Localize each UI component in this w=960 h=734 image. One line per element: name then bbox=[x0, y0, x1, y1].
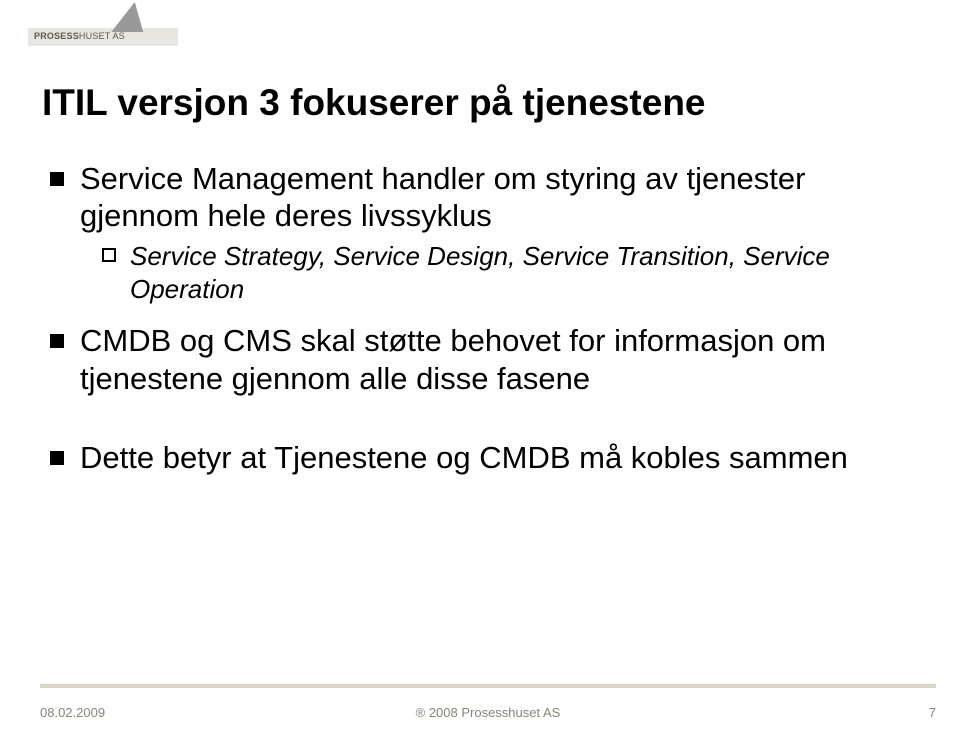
slide-content: Service Management handler om styring av… bbox=[50, 160, 920, 480]
footer-copyright: ® 2008 Prosesshuset AS bbox=[40, 705, 936, 720]
slide-footer: 08.02.2009 ® 2008 Prosesshuset AS 7 bbox=[40, 698, 936, 720]
footer-divider bbox=[40, 684, 936, 688]
logo-text: PROSESSHUSET AS bbox=[34, 31, 125, 41]
bullet-square-icon bbox=[50, 172, 64, 186]
footer-page-number: 7 bbox=[929, 705, 936, 720]
bullet-text: CMDB og CMS skal støtte behovet for info… bbox=[80, 322, 920, 396]
logo-brand-light: HUSET AS bbox=[79, 31, 125, 41]
bullet-level1: Dette betyr at Tjenestene og CMDB må kob… bbox=[50, 439, 920, 476]
bullet-text: Service Management handler om styring av… bbox=[80, 160, 920, 234]
slide-title: ITIL versjon 3 fokuserer på tjenestene bbox=[42, 82, 706, 124]
bullet-level1: CMDB og CMS skal støtte behovet for info… bbox=[50, 322, 920, 396]
bullet-level2: Service Strategy, Service Design, Servic… bbox=[102, 240, 920, 305]
bullet-text: Service Strategy, Service Design, Servic… bbox=[130, 240, 920, 305]
bullet-level1: Service Management handler om styring av… bbox=[50, 160, 920, 234]
bullet-square-icon bbox=[50, 451, 64, 465]
company-logo: PROSESSHUSET AS bbox=[28, 6, 178, 54]
logo-brand-strong: PROSESS bbox=[34, 31, 79, 41]
bullet-square-icon bbox=[50, 334, 64, 348]
bullet-hollow-square-icon bbox=[102, 248, 116, 262]
slide: PROSESSHUSET AS ITIL versjon 3 fokuserer… bbox=[0, 0, 960, 734]
bullet-text: Dette betyr at Tjenestene og CMDB må kob… bbox=[80, 439, 848, 476]
